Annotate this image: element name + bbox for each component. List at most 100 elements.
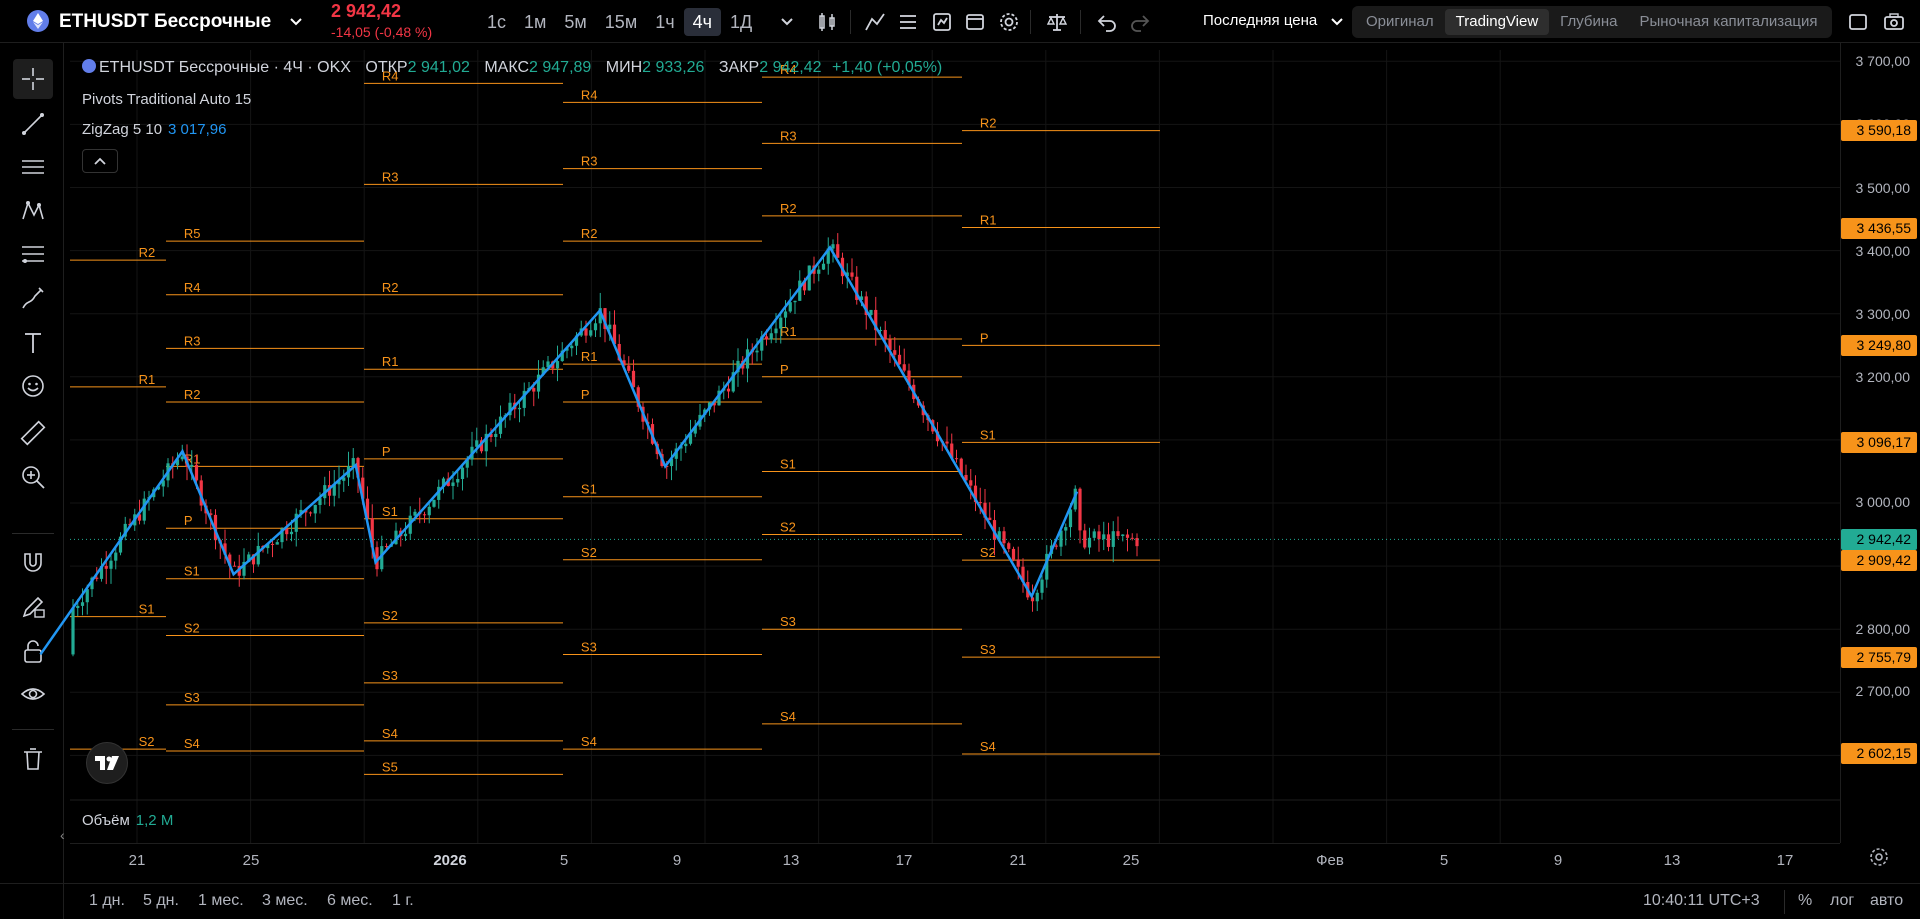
tradingview-logo-icon bbox=[95, 756, 119, 770]
candle-body bbox=[190, 464, 194, 467]
candle-body bbox=[460, 467, 465, 480]
candle-body bbox=[902, 364, 906, 371]
pivots-indicator-label[interactable]: Pivots Traditional Auto 15 bbox=[82, 91, 251, 108]
candle-body bbox=[451, 482, 455, 486]
candle-body bbox=[256, 545, 260, 565]
candle-body bbox=[517, 407, 522, 410]
clock[interactable]: 10:40:11 UTC+3 bbox=[1643, 892, 1760, 910]
time-axis[interactable]: 21 25 2026 5 9 13 17 21 25 Фев 5 9 13 17 bbox=[70, 843, 1840, 875]
low-label: МИН bbox=[605, 59, 643, 76]
pivot-label: S2 bbox=[139, 734, 155, 749]
range-1d[interactable]: 1 дн. bbox=[89, 892, 125, 910]
percent-toggle[interactable]: % bbox=[1798, 892, 1812, 910]
pivot-label: R2 bbox=[780, 201, 797, 216]
price-chart[interactable]: R2 R1 S1 S2 R5 R4 R3 R2 R1 P S1 S2 S3 S4 R4 R3 R2 R1 P S1 S2… bbox=[0, 0, 1840, 843]
fullscreen-icon[interactable] bbox=[1846, 10, 1870, 34]
pivot-label: S3 bbox=[980, 642, 996, 657]
pivot-label: R2 bbox=[581, 226, 598, 241]
candle-body bbox=[589, 330, 593, 336]
gear-icon[interactable] bbox=[1868, 846, 1890, 868]
candle-body bbox=[80, 602, 85, 606]
time-label: 9 bbox=[1553, 852, 1563, 869]
candle-body bbox=[1083, 530, 1087, 548]
zigzag-name: ZigZag 5 10 bbox=[82, 121, 163, 138]
candle-body bbox=[1040, 579, 1044, 593]
price-label: 2 800,00 bbox=[1855, 621, 1911, 637]
legend-title: ETHUSDT Бессрочные · 4Ч · OKX bbox=[99, 59, 351, 76]
candle-body bbox=[308, 512, 313, 514]
candle-body bbox=[104, 565, 108, 569]
candle-body bbox=[945, 441, 949, 444]
candle-body bbox=[1130, 537, 1134, 539]
screenshot-icon[interactable] bbox=[1882, 10, 1906, 34]
ethereum-small-icon bbox=[82, 59, 96, 73]
time-label: 5 bbox=[1439, 852, 1449, 869]
candle-body bbox=[109, 560, 113, 569]
last-price-badge: 2 942,42 bbox=[1841, 529, 1917, 550]
price-label: 2 700,00 bbox=[1855, 683, 1911, 699]
pivot-label: S3 bbox=[780, 614, 796, 629]
volume-legend[interactable]: Объём 1,2 M bbox=[82, 812, 173, 829]
time-label: 13 bbox=[782, 852, 800, 869]
pivot-label: S4 bbox=[382, 726, 398, 741]
range-3m[interactable]: 3 мес. bbox=[262, 892, 308, 910]
pivot-label: R1 bbox=[780, 324, 797, 339]
candle-body bbox=[831, 244, 835, 249]
pivot-label: R3 bbox=[382, 169, 399, 184]
pivot-label: S2 bbox=[184, 621, 200, 636]
pivot-label: R3 bbox=[780, 128, 797, 143]
candle-body bbox=[313, 504, 317, 514]
pivot-label: S4 bbox=[980, 739, 996, 754]
time-label: Фев bbox=[1316, 852, 1344, 869]
chevron-left-icon[interactable]: ‹ bbox=[60, 827, 65, 843]
candle-body bbox=[427, 506, 431, 516]
auto-toggle[interactable]: авто bbox=[1870, 892, 1903, 910]
candle-body bbox=[114, 552, 118, 561]
candle-body bbox=[432, 499, 436, 507]
time-label-year: 2026 bbox=[433, 852, 467, 869]
candle-body bbox=[494, 433, 498, 438]
candle-body bbox=[817, 269, 821, 274]
low-value: 2 933,26 bbox=[642, 59, 705, 76]
candle-body bbox=[769, 333, 773, 340]
candle-body bbox=[1125, 534, 1130, 538]
candle-body bbox=[270, 543, 275, 545]
range-6m[interactable]: 6 мес. bbox=[327, 892, 373, 910]
tradingview-logo[interactable] bbox=[86, 742, 128, 784]
pivot-label: S3 bbox=[382, 668, 398, 683]
pivot-price-badge: 3 590,18 bbox=[1841, 120, 1917, 141]
range-1y[interactable]: 1 г. bbox=[392, 892, 414, 910]
candle-body bbox=[1121, 534, 1125, 536]
candle-body bbox=[76, 605, 80, 609]
range-1m[interactable]: 1 мес. bbox=[198, 892, 244, 910]
candle-body bbox=[897, 354, 902, 365]
candle-body bbox=[1002, 531, 1006, 544]
pivot-label: R2 bbox=[980, 116, 997, 131]
price-label: 3 200,00 bbox=[1855, 369, 1911, 385]
log-toggle[interactable]: лог bbox=[1830, 892, 1854, 910]
high-value: 2 947,89 bbox=[529, 59, 592, 76]
pivot-label: R2 bbox=[139, 245, 156, 260]
zigzag-value: 3 017,96 bbox=[168, 121, 227, 138]
pivot-label: R3 bbox=[581, 154, 598, 169]
price-label: 3 500,00 bbox=[1855, 180, 1911, 196]
candle-body bbox=[783, 311, 788, 318]
pivot-label: S1 bbox=[139, 602, 155, 617]
volume-value: 1,2 M bbox=[135, 812, 174, 829]
candle-body bbox=[422, 514, 427, 516]
pivot-label: P bbox=[382, 444, 391, 459]
candle-body bbox=[1035, 592, 1039, 602]
candle-body bbox=[764, 336, 769, 340]
pivot-label: R4 bbox=[581, 87, 598, 102]
zigzag-indicator-label[interactable]: ZigZag 5 10 3 017,96 bbox=[82, 121, 226, 138]
collapse-legend-button[interactable] bbox=[82, 149, 118, 173]
candle-body bbox=[969, 480, 973, 486]
candle-body bbox=[570, 345, 574, 349]
range-5d[interactable]: 5 дн. bbox=[143, 892, 179, 910]
candle-body bbox=[954, 458, 959, 460]
candle-body bbox=[289, 531, 294, 535]
candle-body bbox=[285, 528, 289, 535]
pivot-label: S2 bbox=[382, 608, 398, 623]
pivot-label: S2 bbox=[581, 545, 597, 560]
pivot-label: R3 bbox=[184, 333, 201, 348]
